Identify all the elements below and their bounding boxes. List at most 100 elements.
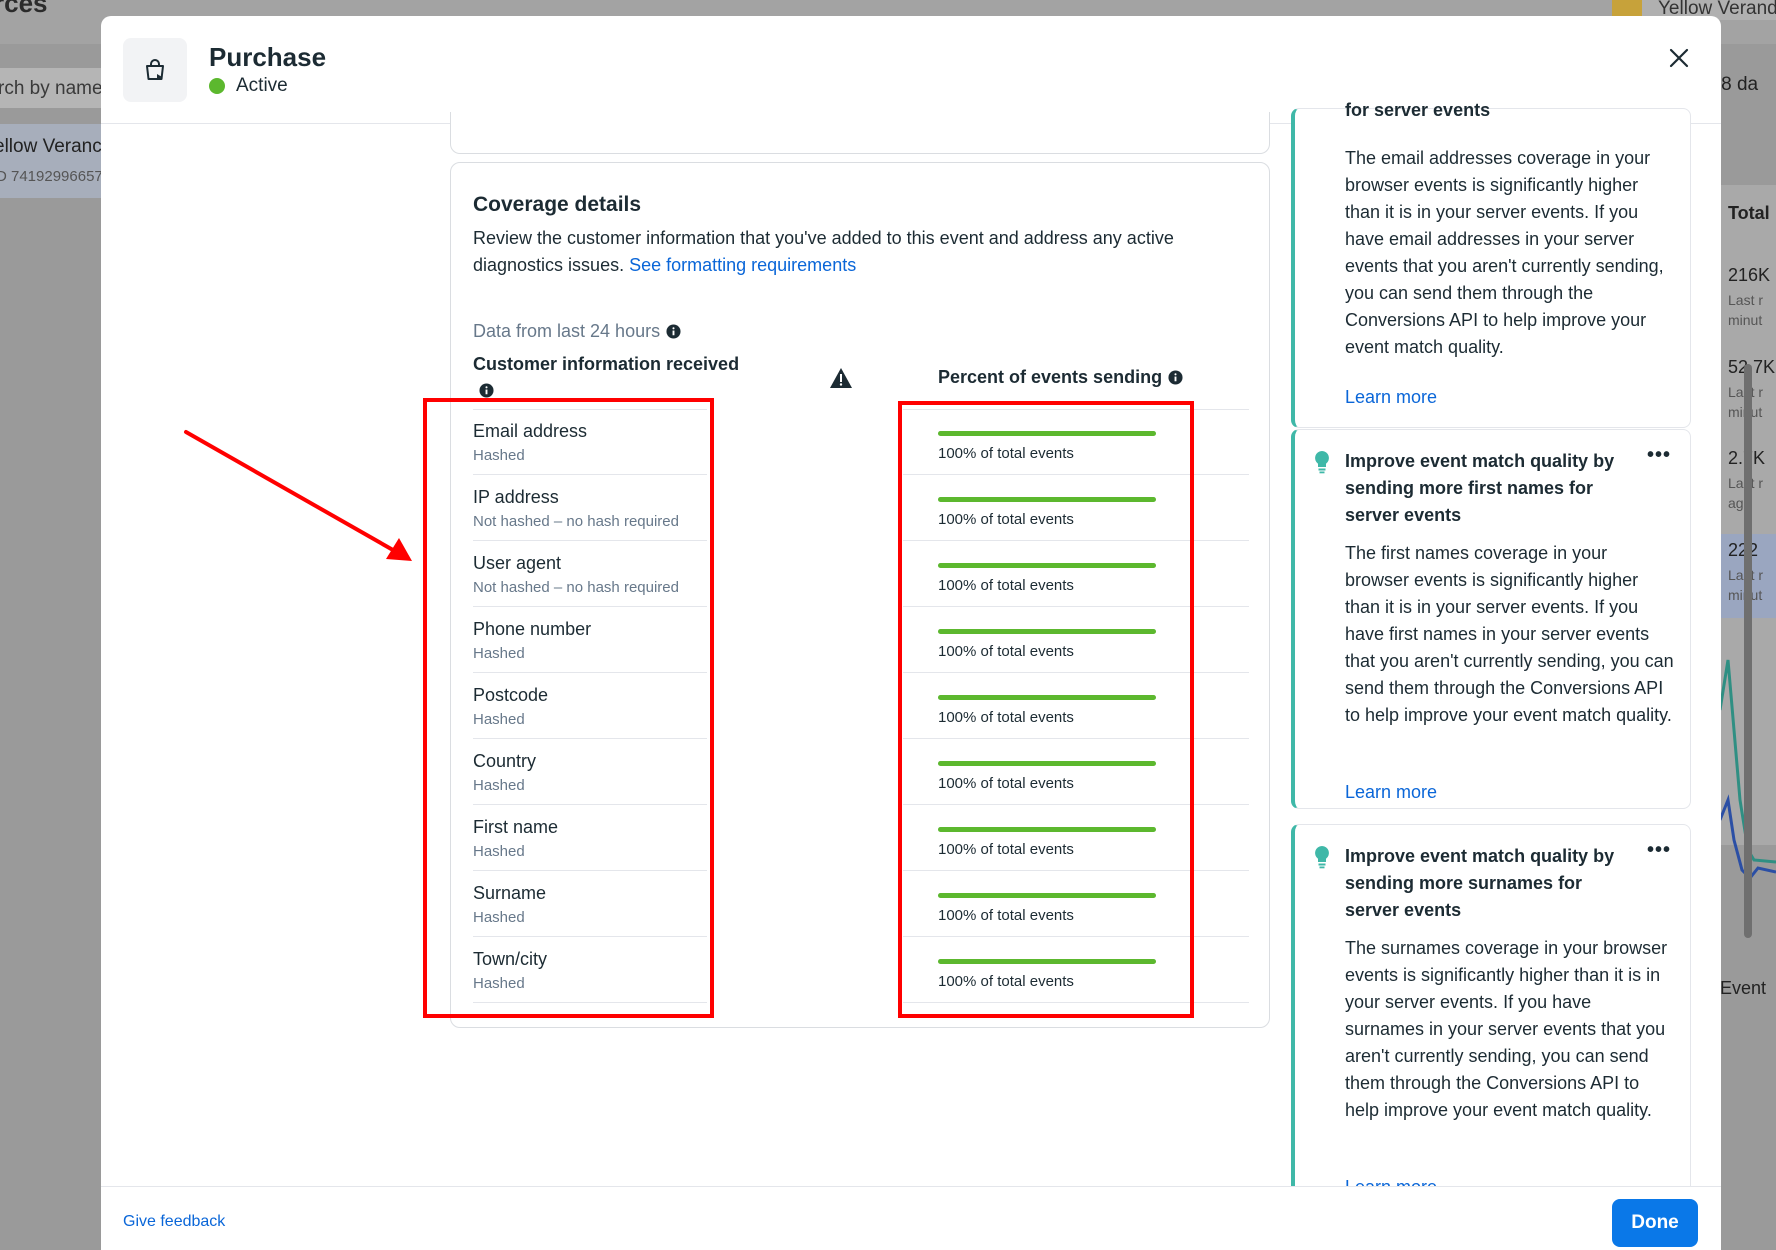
row-field-name: User agent [473, 553, 562, 573]
background-total-label: Total [1728, 203, 1770, 223]
divider [903, 1002, 1249, 1003]
divider [473, 1002, 707, 1003]
coverage-rows: Email address Hashed 100% of total event… [473, 409, 1249, 1003]
event-icon-container [123, 38, 187, 102]
background-account-logo [1612, 0, 1642, 16]
coverage-bar [938, 629, 1156, 634]
recommendation-title: for server events [1345, 100, 1491, 119]
recommendation-body: The surnames coverage in your browser ev… [1345, 938, 1668, 1120]
row-field-name: Country [473, 751, 537, 771]
coverage-row-country: Country Hashed 100% of total events [473, 739, 1249, 805]
background-source-name: ellow Veranc [0, 136, 102, 157]
coverage-row-postcode: Postcode Hashed 100% of total events [473, 673, 1249, 739]
close-button[interactable] [1659, 38, 1699, 78]
coverage-bar [938, 497, 1156, 502]
modal-title: Purchase [209, 42, 327, 72]
coverage-row-ip: IP address Not hashed – no hash required… [473, 475, 1249, 541]
coverage-bar [938, 893, 1156, 898]
row-field-name: IP address [473, 487, 559, 507]
coverage-bar [938, 431, 1156, 436]
coverage-percent-label: 100% of total events [938, 775, 1074, 792]
row-hash-status: Not hashed – no hash required [473, 513, 679, 530]
coverage-bar-fill [938, 431, 1156, 436]
learn-more-link[interactable]: Learn more [1345, 782, 1437, 803]
shopping-bag-icon [146, 59, 164, 80]
coverage-bar-fill [938, 629, 1156, 634]
warning-icon [830, 368, 852, 388]
background-page-title: rces [0, 0, 48, 18]
more-options-button[interactable]: ••• [1647, 839, 1671, 862]
row-field-name: Surname [473, 883, 547, 903]
coverage-bar-fill [938, 893, 1156, 898]
row-field-name: Town/city [473, 949, 548, 969]
coverage-row-user-agent: User agent Not hashed – no hash required… [473, 541, 1249, 607]
coverage-bar-fill [938, 695, 1156, 700]
coverage-bar [938, 827, 1156, 832]
coverage-percent-label: 100% of total events [938, 445, 1074, 462]
done-button[interactable]: Done [1612, 1199, 1698, 1247]
coverage-bar [938, 563, 1156, 568]
coverage-row-phone: Phone number Hashed 100% of total events [473, 607, 1249, 673]
lightbulb-icon [1315, 451, 1329, 474]
coverage-bar-fill [938, 563, 1156, 568]
more-options-button[interactable]: ••• [1647, 444, 1671, 467]
lightbulb-icon [1315, 846, 1329, 869]
coverage-percent-label: 100% of total events [938, 841, 1074, 858]
background-event-label: Event [1720, 978, 1767, 998]
recommendation-body: The email addresses coverage in your bro… [1345, 148, 1664, 357]
coverage-row-first-name: First name Hashed 100% of total events [473, 805, 1249, 871]
row-hash-status: Hashed [473, 777, 525, 794]
row-hash-status: Not hashed – no hash required [473, 579, 679, 596]
coverage-percent-label: 100% of total events [938, 577, 1074, 594]
status-text: Active [236, 75, 288, 96]
column-header-customer-info: Customer information received [473, 354, 740, 374]
info-icon[interactable] [1168, 370, 1183, 385]
learn-more-link[interactable]: Learn more [1345, 387, 1437, 408]
close-icon [1669, 48, 1689, 68]
recommendation-card-first-names: Improve event match quality by sending m… [1291, 429, 1691, 809]
coverage-percent-label: 100% of total events [938, 643, 1074, 660]
coverage-percent-label: 100% of total events [938, 907, 1074, 924]
recommendation-title: Improve event match quality by sending m… [1345, 451, 1615, 525]
coverage-bar [938, 959, 1156, 964]
coverage-percent-label: 100% of total events [938, 709, 1074, 726]
column-header-percent: Percent of events sending [938, 367, 1183, 388]
row-hash-status: Hashed [473, 645, 525, 662]
recommendation-body: The first names coverage in your browser… [1345, 543, 1674, 725]
coverage-title: Coverage details [473, 193, 642, 216]
data-range: Data from last 24 hours [473, 321, 681, 342]
row-field-name: Postcode [473, 685, 549, 705]
coverage-row-surname: Surname Hashed 100% of total events [473, 871, 1249, 937]
coverage-description: Review the customer information that you… [473, 225, 1233, 279]
modal-footer: Give feedback Done [101, 1186, 1721, 1250]
give-feedback-link[interactable]: Give feedback [123, 1213, 225, 1231]
row-hash-status: Hashed [473, 909, 525, 926]
row-field-name: First name [473, 817, 559, 837]
coverage-bar-fill [938, 761, 1156, 766]
row-hash-status: Hashed [473, 711, 525, 728]
background-stat-value: 216K [1728, 265, 1771, 285]
info-icon[interactable] [666, 324, 681, 339]
coverage-row-email: Email address Hashed 100% of total event… [473, 409, 1249, 475]
background-source-item: ellow Veranc D 74192996657 [0, 124, 102, 198]
event-details-modal: Purchase Active Coverage details Review … [101, 16, 1721, 1250]
recommendation-title: Improve event match quality by sending m… [1345, 846, 1615, 920]
info-icon[interactable] [479, 383, 494, 398]
status-dot [209, 78, 225, 94]
row-field-name: Email address [473, 421, 588, 441]
previous-card-bottom [450, 112, 1270, 154]
recommendation-card-email: for server events The email addresses co… [1291, 100, 1691, 428]
background-stat-sub: Last r [1728, 292, 1764, 308]
coverage-bar [938, 761, 1156, 766]
coverage-bar [938, 695, 1156, 700]
background-scrollbar [1744, 364, 1752, 938]
coverage-row-town-city: Town/city Hashed 100% of total events [473, 937, 1249, 1003]
row-hash-status: Hashed [473, 843, 525, 860]
coverage-bar-fill [938, 827, 1156, 832]
row-hash-status: Hashed [473, 975, 525, 992]
background-search-input: rch by name [0, 68, 110, 108]
background-stat-sub: minut [1728, 312, 1763, 328]
row-field-name: Phone number [473, 619, 592, 639]
formatting-requirements-link[interactable]: See formatting requirements [629, 255, 856, 275]
row-hash-status: Hashed [473, 447, 525, 464]
